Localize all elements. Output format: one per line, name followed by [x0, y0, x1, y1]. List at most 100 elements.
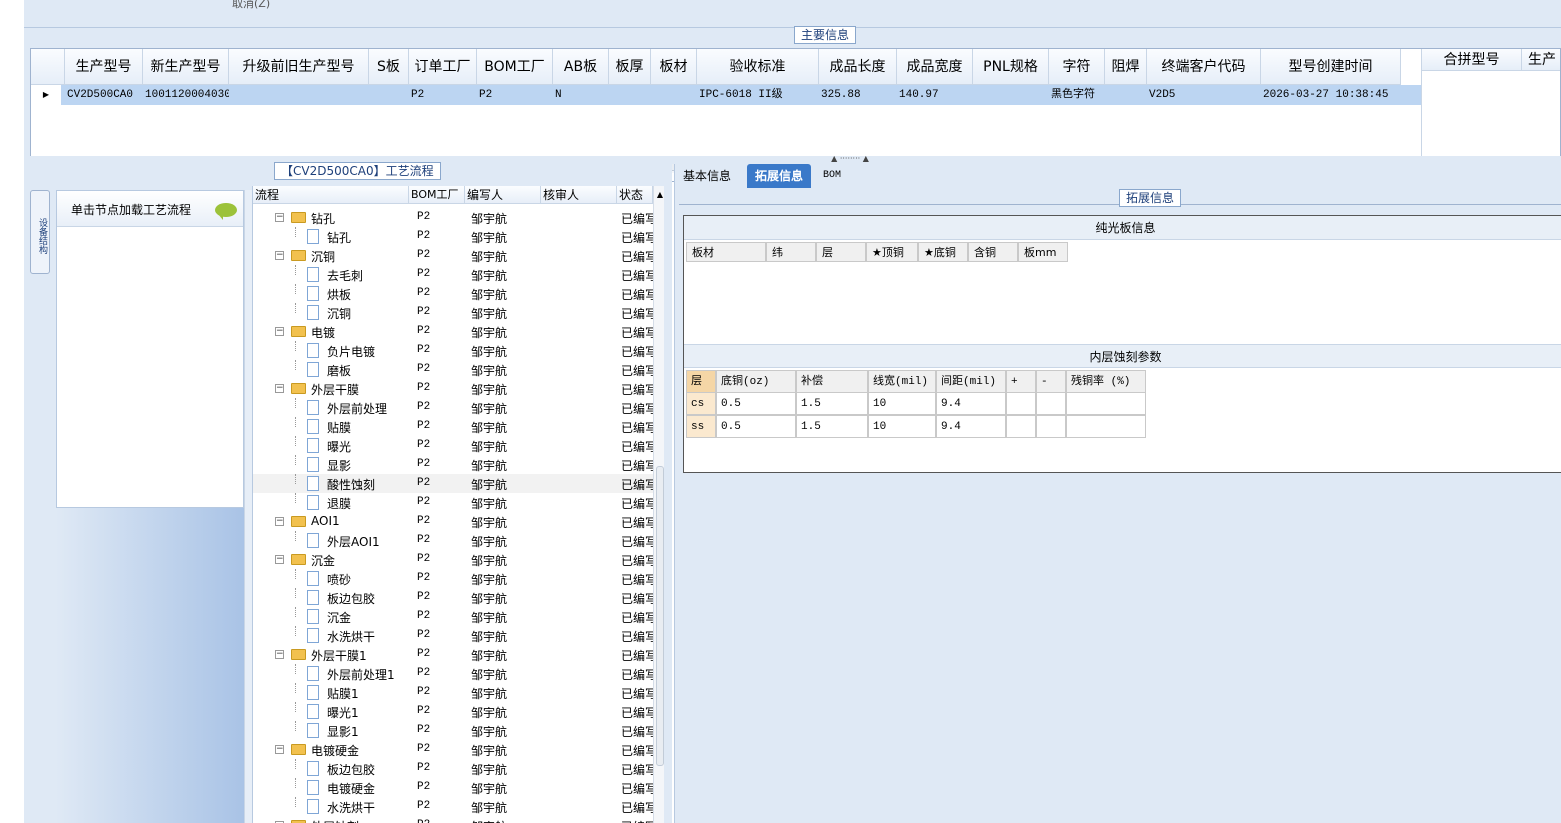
etch-cell[interactable]: 9.4 [936, 415, 1006, 438]
tree-row[interactable]: 曝光 P2 邹宇航 已编写 [253, 436, 653, 455]
tree-row[interactable]: 显影1 P2 邹宇航 已编写 [253, 721, 653, 740]
tree-row[interactable]: 贴膜1 P2 邹宇航 已编写 [253, 683, 653, 702]
tree-row[interactable]: − 电镀硬金 P2 邹宇航 已编写 [253, 740, 653, 759]
tree-row[interactable]: 负片电镀 P2 邹宇航 已编写 [253, 341, 653, 360]
tree-row[interactable]: 烘板 P2 邹宇航 已编写 [253, 284, 653, 303]
tree-vertical-scrollbar[interactable]: ▲ [653, 186, 664, 823]
column-header-7[interactable]: AB板 [553, 49, 609, 85]
tree-row[interactable]: − AOI1 P2 邹宇航 已编写 [253, 512, 653, 531]
column-header-16[interactable]: 终端客户代码 [1147, 49, 1261, 85]
etch-cell[interactable] [1006, 392, 1036, 415]
column-header-5[interactable]: 订单工厂 [409, 49, 477, 85]
tree-row[interactable]: − 外层干膜 P2 邹宇航 已编写 [253, 379, 653, 398]
collapse-icon[interactable]: − [275, 650, 284, 659]
tree-row[interactable]: 水洗烘干 P2 邹宇航 已编写 [253, 626, 653, 645]
plain-board-column-header[interactable]: 纬 [766, 242, 816, 262]
collapse-icon[interactable]: − [275, 327, 284, 336]
plain-board-column-header[interactable]: ★顶铜 [866, 242, 918, 262]
column-header-8[interactable]: 板厚 [609, 49, 651, 85]
tree-row[interactable]: 电镀硬金 P2 邹宇航 已编写 [253, 778, 653, 797]
scroll-up-icon[interactable]: ▲ [654, 186, 664, 204]
etch-cell[interactable] [1036, 392, 1066, 415]
tree-row[interactable]: 外层前处理 P2 邹宇航 已编写 [253, 398, 653, 417]
etch-cell[interactable]: ss [686, 415, 716, 438]
collapse-icon[interactable]: − [275, 517, 284, 526]
column-header-reviewer[interactable]: 核审人 [541, 186, 617, 204]
etch-cell[interactable]: 0.5 [716, 392, 796, 415]
etch-cell[interactable]: 10 [868, 415, 936, 438]
etch-column-header[interactable]: - [1036, 370, 1066, 393]
column-header-merge-model[interactable]: 合拼型号 [1422, 49, 1522, 71]
column-header-11[interactable]: 成品长度 [819, 49, 897, 85]
loader-header[interactable]: 单击节点加载工艺流程 [57, 191, 243, 227]
scrollbar-thumb[interactable] [656, 466, 664, 766]
collapse-icon[interactable]: − [275, 213, 284, 222]
etch-cell[interactable]: 1.5 [796, 392, 868, 415]
column-header-1[interactable]: 生产型号 [65, 49, 143, 85]
column-header-6[interactable]: BOM工厂 [477, 49, 553, 85]
tree-row[interactable]: 显影 P2 邹宇航 已编写 [253, 455, 653, 474]
tree-row[interactable]: 板边包胶 P2 邹宇航 已编写 [253, 759, 653, 778]
column-header-bom-factory[interactable]: BOM工厂 [409, 186, 465, 204]
plain-board-column-header[interactable]: 板材 [686, 242, 766, 262]
cancel-button[interactable]: 取消(Z) [232, 0, 270, 11]
etch-cell[interactable]: 10 [868, 392, 936, 415]
etch-cell[interactable] [1006, 415, 1036, 438]
column-header-process[interactable]: 流程 [253, 186, 409, 204]
etch-cell[interactable] [1036, 415, 1066, 438]
tree-row[interactable]: 曝光1 P2 邹宇航 已编写 [253, 702, 653, 721]
side-tab-equipment[interactable]: 设备结构 [30, 190, 50, 274]
column-header-4[interactable]: S板 [369, 49, 409, 85]
etch-column-header[interactable]: 线宽(mil) [868, 370, 936, 393]
column-header-production[interactable]: 生产 [1522, 49, 1560, 71]
tree-row[interactable]: 贴膜 P2 邹宇航 已编写 [253, 417, 653, 436]
tree-row[interactable]: − 沉金 P2 邹宇航 已编写 [253, 550, 653, 569]
tree-row[interactable]: − 电镀 P2 邹宇航 已编写 [253, 322, 653, 341]
tree-row[interactable]: 外层前处理1 P2 邹宇航 已编写 [253, 664, 653, 683]
tab-extended-info[interactable]: 拓展信息 [747, 164, 812, 188]
column-header-10[interactable]: 验收标准 [697, 49, 819, 85]
horizontal-splitter[interactable]: ▲ ········ ▲ [24, 155, 1561, 164]
tree-row[interactable]: 沉金 P2 邹宇航 已编写 [253, 607, 653, 626]
column-header-13[interactable]: PNL规格 [973, 49, 1049, 85]
tree-row[interactable]: 钻孔 P2 邹宇航 已编写 [253, 227, 653, 246]
tree-row[interactable]: − 钻孔 P2 邹宇航 已编写 [253, 208, 653, 227]
collapse-icon[interactable]: − [275, 384, 284, 393]
tree-row[interactable]: − 沉铜 P2 邹宇航 已编写 [253, 246, 653, 265]
etch-cell[interactable]: 1.5 [796, 415, 868, 438]
tree-row[interactable]: 去毛刺 P2 邹宇航 已编写 [253, 265, 653, 284]
etch-column-header[interactable]: 层 [686, 370, 716, 393]
tree-row[interactable]: 酸性蚀刻 P2 邹宇航 已编写 [253, 474, 653, 493]
plain-board-column-header[interactable]: 层 [816, 242, 866, 262]
tree-row[interactable]: −外层蚀刻P2邹宇航已编写 [253, 816, 653, 823]
column-header-17[interactable]: 型号创建时间 [1261, 49, 1401, 85]
column-header-12[interactable]: 成品宽度 [897, 49, 973, 85]
column-header-2[interactable]: 新生产型号 [143, 49, 229, 85]
tree-row[interactable]: 外层AOI1 P2 邹宇航 已编写 [253, 531, 653, 550]
column-header-9[interactable]: 板材 [651, 49, 697, 85]
plain-board-column-header[interactable]: ★底铜 [918, 242, 968, 262]
tree-row[interactable]: 板边包胶 P2 邹宇航 已编写 [253, 588, 653, 607]
tree-row[interactable]: 沉铜 P2 邹宇航 已编写 [253, 303, 653, 322]
etch-cell[interactable]: cs [686, 392, 716, 415]
tree-row[interactable]: − 外层干膜1 P2 邹宇航 已编写 [253, 645, 653, 664]
etch-cell[interactable]: 0.5 [716, 415, 796, 438]
etch-column-header[interactable]: + [1006, 370, 1036, 393]
etch-column-header[interactable]: 底铜(oz) [716, 370, 796, 393]
plain-board-column-header[interactable]: 板mm [1018, 242, 1068, 262]
column-header-3[interactable]: 升级前旧生产型号 [229, 49, 369, 85]
vertical-splitter[interactable] [244, 190, 252, 823]
column-header-status[interactable]: 状态 [617, 186, 653, 204]
etch-cell[interactable] [1066, 392, 1146, 415]
etch-column-header[interactable]: 补偿 [796, 370, 868, 393]
column-header-author[interactable]: 编写人 [465, 186, 541, 204]
tree-row[interactable]: 磨板 P2 邹宇航 已编写 [253, 360, 653, 379]
tab-basic-info[interactable]: 基本信息 [675, 164, 739, 188]
tree-row[interactable]: 水洗烘干 P2 邹宇航 已编写 [253, 797, 653, 816]
column-header-14[interactable]: 字符 [1049, 49, 1105, 85]
tree-row[interactable]: 退膜 P2 邹宇航 已编写 [253, 493, 653, 512]
splitter-grip-icon[interactable]: ▲ ········ ▲ [824, 155, 876, 163]
collapse-icon[interactable]: − [275, 745, 284, 754]
tab-bom[interactable]: BOM [815, 164, 849, 188]
collapse-icon[interactable]: − [275, 251, 284, 260]
